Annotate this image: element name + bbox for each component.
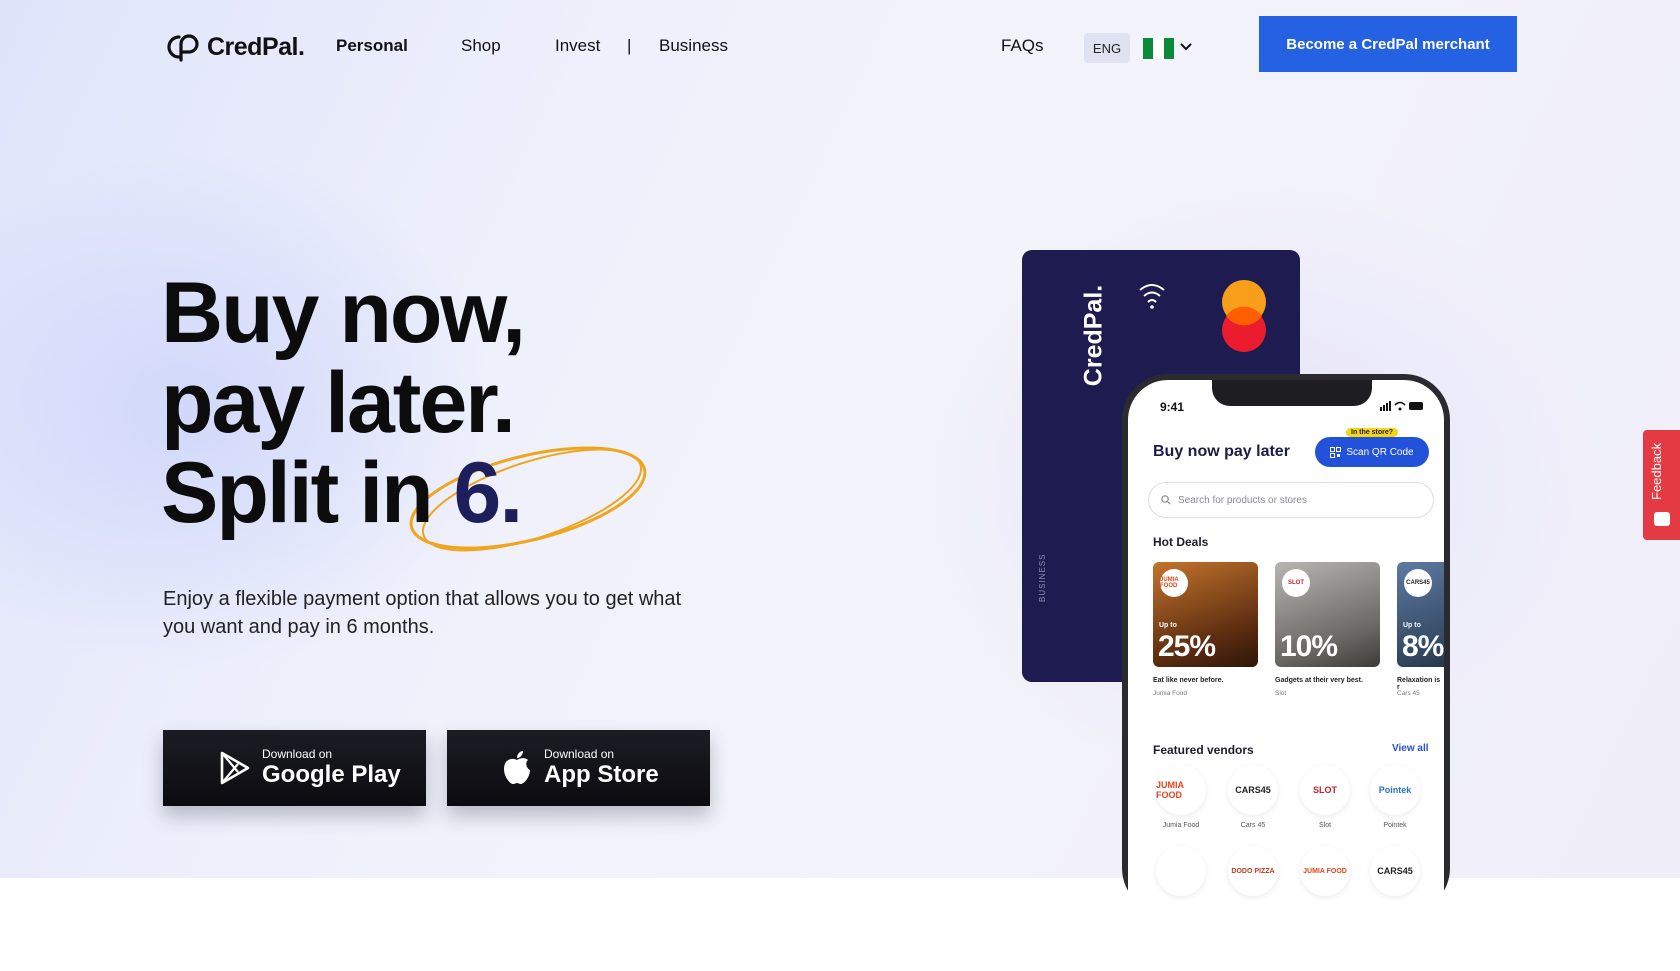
apple-icon bbox=[504, 751, 530, 784]
deal-caption: Gadgets at their very best. bbox=[1275, 677, 1363, 684]
phone-search-input[interactable]: Search for products or stores bbox=[1148, 482, 1434, 518]
deal-vendor: Cars 45 bbox=[1397, 690, 1420, 697]
search-icon bbox=[1161, 495, 1171, 505]
deal-caption: Eat like never before. bbox=[1153, 677, 1224, 684]
google-play-small-text: Download on bbox=[262, 747, 333, 761]
contactless-icon bbox=[1139, 284, 1165, 309]
feedback-tab[interactable]: Feedback bbox=[1643, 430, 1680, 540]
headline-line-3: Split in 6. bbox=[161, 448, 524, 538]
card-logo: CredPal. bbox=[1064, 266, 1108, 416]
card-brand-text: CredPal. bbox=[1079, 284, 1108, 387]
deal-percent: 8% bbox=[1402, 630, 1444, 663]
headline-line-2: pay later. bbox=[161, 355, 516, 451]
featured-vendors-heading: Featured vendors bbox=[1153, 743, 1254, 757]
nav-business[interactable]: Business bbox=[659, 36, 728, 56]
feedback-icon bbox=[1654, 512, 1670, 526]
nav-invest[interactable]: Invest bbox=[555, 36, 600, 56]
nigeria-flag-icon[interactable] bbox=[1143, 38, 1174, 59]
qr-code-icon bbox=[1330, 446, 1342, 458]
hero-headline: Buy now, pay later. Split in 6. bbox=[161, 265, 526, 538]
vendor-slot[interactable]: SLOT bbox=[1300, 765, 1350, 815]
mastercard-icon bbox=[1222, 280, 1266, 352]
feedback-label: Feedback bbox=[1649, 442, 1664, 500]
become-merchant-button[interactable]: Become a CredPal merchant bbox=[1259, 16, 1517, 72]
credpal-logo-icon bbox=[167, 34, 199, 62]
nav-personal[interactable]: Personal bbox=[336, 36, 408, 56]
google-play-button[interactable]: Download on Google Play bbox=[163, 730, 426, 806]
chevron-down-icon[interactable] bbox=[1179, 40, 1193, 54]
scan-qr-button[interactable]: Scan QR Code bbox=[1315, 437, 1429, 467]
vendor-cars45[interactable]: CARS45 bbox=[1228, 765, 1278, 815]
status-bar-icons bbox=[1380, 401, 1423, 411]
hero-subtitle: Enjoy a flexible payment option that all… bbox=[163, 588, 682, 638]
vendor-label: Jumia Food bbox=[1162, 822, 1200, 829]
deal-card-jumia[interactable]: JUMIA FOOD Up to 25% bbox=[1153, 562, 1258, 667]
phone-screen: 9:41 Buy now pay later Scan QR Code In t… bbox=[1128, 380, 1444, 940]
vendor-jumia-food-2[interactable]: JUMIA FOOD bbox=[1300, 846, 1350, 896]
deal-percent: 25% bbox=[1158, 630, 1216, 663]
deal-percent: 10% bbox=[1280, 630, 1338, 663]
deal-upto: Up to bbox=[1159, 622, 1177, 629]
nav-separator: | bbox=[627, 36, 632, 55]
vendor-pointek[interactable]: Pointek bbox=[1370, 765, 1420, 815]
app-store-button[interactable]: Download on App Store bbox=[447, 730, 710, 806]
vendor-label: Cars 45 bbox=[1240, 822, 1266, 829]
vendor-jumia-food[interactable]: JUMIA FOOD bbox=[1156, 765, 1206, 815]
phone-time: 9:41 bbox=[1160, 400, 1185, 414]
vendor-cars45-2[interactable]: CARS45 bbox=[1370, 846, 1420, 896]
deal-badge: JUMIA FOOD bbox=[1160, 569, 1188, 597]
deal-upto: Up to bbox=[1403, 622, 1421, 629]
vendor-dodo-pizza[interactable]: DODO PIZZA bbox=[1228, 846, 1278, 896]
phone-notch bbox=[1212, 380, 1372, 406]
deal-vendor: Slot bbox=[1275, 690, 1287, 697]
deal-card-slot[interactable]: SLOT 10% bbox=[1275, 562, 1380, 667]
nav-shop[interactable]: Shop bbox=[461, 36, 501, 56]
search-placeholder: Search for products or stores bbox=[1178, 494, 1307, 506]
deal-vendor: Jumia Food bbox=[1153, 690, 1187, 697]
scan-qr-label: Scan QR Code bbox=[1346, 446, 1414, 458]
app-store-big-text: App Store bbox=[544, 761, 659, 788]
phone-title: Buy now pay later bbox=[1153, 443, 1290, 460]
google-play-big-text: Google Play bbox=[262, 761, 401, 788]
deal-card-cars45[interactable]: CARS45 Up to 8% bbox=[1397, 562, 1444, 667]
vendor-label: Pointek bbox=[1383, 822, 1407, 829]
headline-line-3-prefix: Split in bbox=[161, 445, 454, 541]
google-play-icon bbox=[220, 751, 250, 785]
vendor-label: Slot bbox=[1318, 822, 1332, 829]
headline-highlight: 6. bbox=[453, 445, 524, 541]
logo-text: CredPal. bbox=[207, 32, 305, 61]
phone-mockup: 9:41 Buy now pay later Scan QR Code In t… bbox=[1122, 374, 1450, 940]
deal-caption: Relaxation is r bbox=[1397, 677, 1441, 691]
top-nav: CredPal. Personal Shop Invest | Business… bbox=[0, 0, 1680, 92]
vendor-blank[interactable] bbox=[1156, 846, 1206, 896]
card-business-label: BUSINESS bbox=[1038, 553, 1047, 602]
app-store-small-text: Download on bbox=[544, 747, 615, 761]
deal-badge: CARS45 bbox=[1404, 569, 1432, 597]
credpal-logo[interactable]: CredPal. bbox=[163, 32, 305, 62]
in-store-tag: In the store? bbox=[1346, 428, 1399, 437]
headline-line-1: Buy now, bbox=[161, 265, 526, 361]
deal-badge: SLOT bbox=[1282, 569, 1310, 597]
view-all-link[interactable]: View all bbox=[1392, 743, 1429, 754]
nav-faqs[interactable]: FAQs bbox=[1001, 36, 1044, 56]
language-selector[interactable]: ENG bbox=[1084, 33, 1130, 63]
hot-deals-heading: Hot Deals bbox=[1153, 535, 1209, 549]
